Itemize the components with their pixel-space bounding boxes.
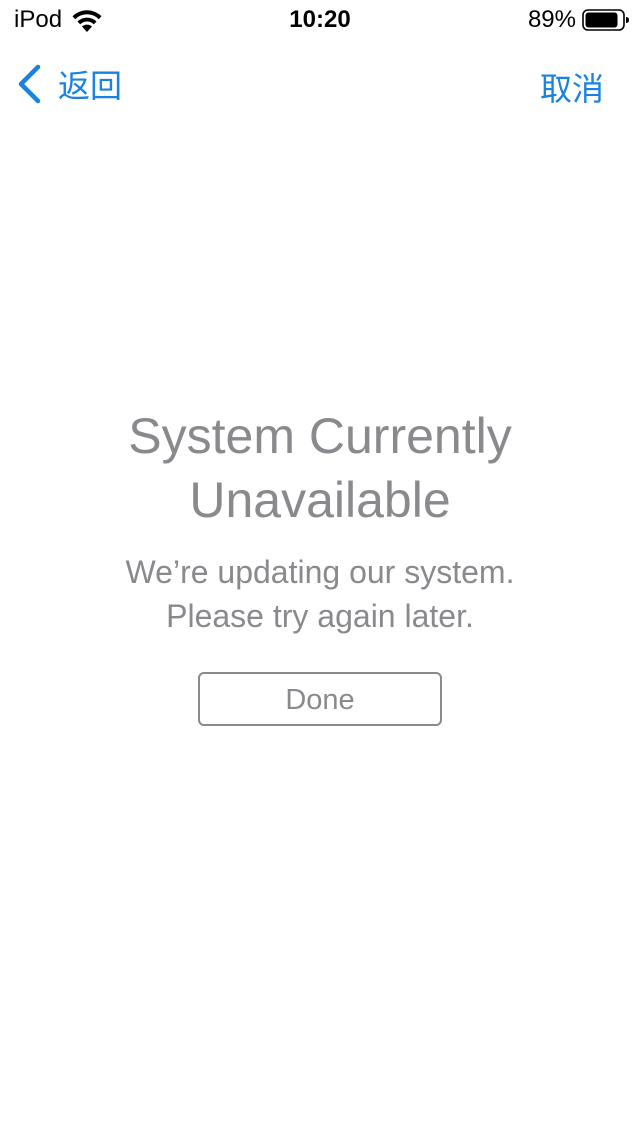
status-message-line-1: We’re updating our system. bbox=[125, 554, 515, 590]
navigation-bar: 返回 取消 bbox=[0, 52, 640, 116]
screen: iPod 10:20 89% 返回 取消 System Currently Un… bbox=[0, 0, 640, 1136]
done-button[interactable]: Done bbox=[198, 672, 442, 726]
status-message: We’re updating our system. Please try ag… bbox=[60, 550, 580, 638]
status-message-line-2: Please try again later. bbox=[166, 598, 474, 634]
unavailable-message: System Currently Unavailable We’re updat… bbox=[0, 404, 640, 726]
page-title: System Currently Unavailable bbox=[128, 408, 512, 528]
battery-icon bbox=[582, 9, 629, 31]
back-label: 返回 bbox=[58, 67, 123, 105]
battery-percentage: 89% bbox=[527, 6, 576, 33]
chevron-left-icon bbox=[18, 64, 41, 104]
status-bar: iPod 10:20 89% bbox=[0, 0, 640, 40]
back-button[interactable]: 返回 bbox=[16, 62, 122, 106]
cancel-button[interactable]: 取消 bbox=[540, 64, 604, 110]
